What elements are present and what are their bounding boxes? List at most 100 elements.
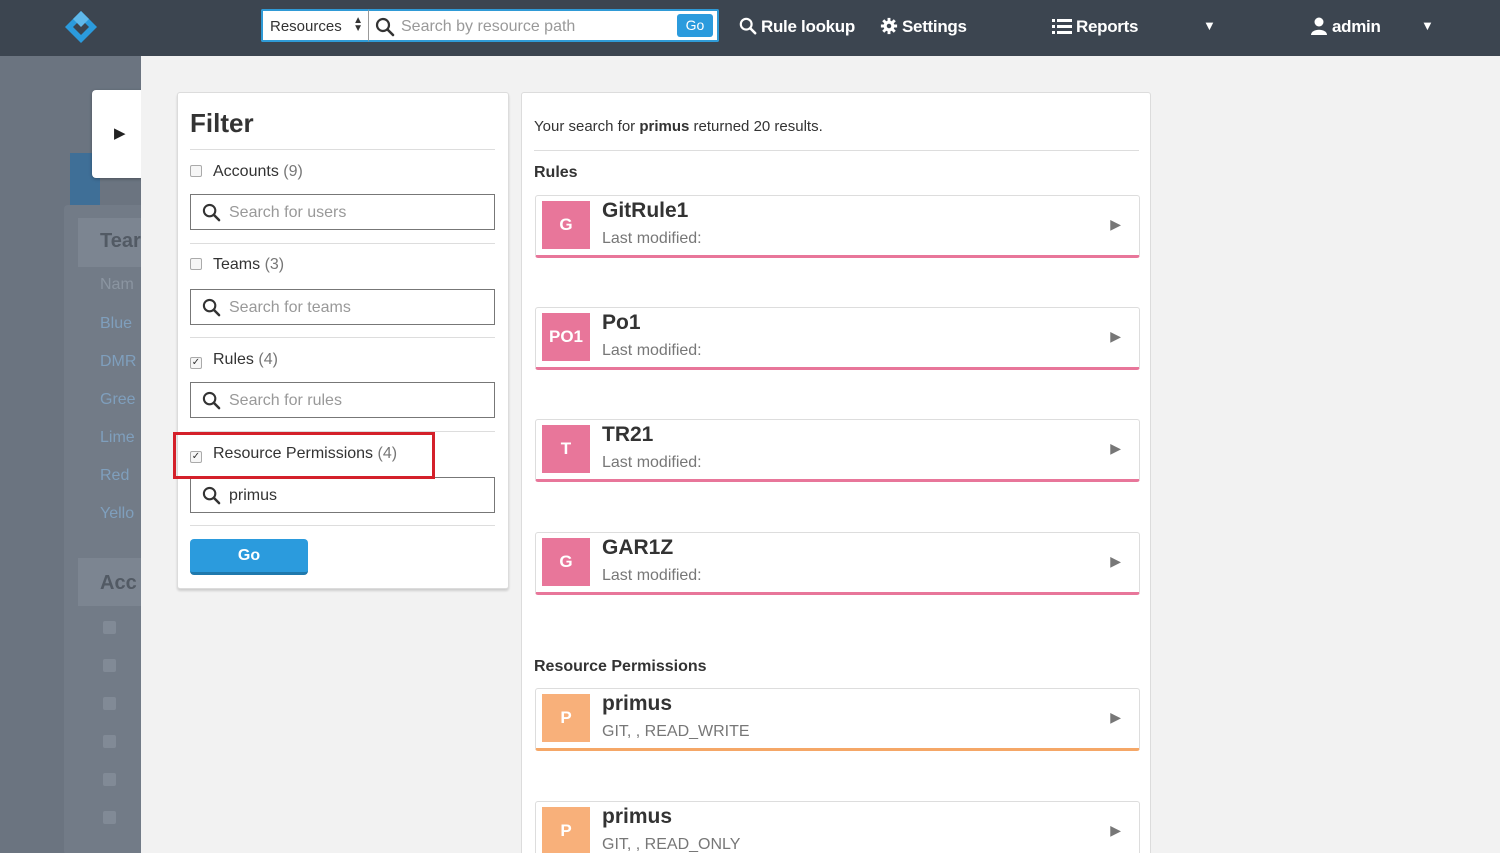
- rules-label: Rules: [213, 351, 254, 368]
- rule-subtitle: Last modified:: [602, 342, 702, 359]
- settings-link[interactable]: Settings: [880, 17, 967, 37]
- chevron-right-icon: ▶: [1110, 822, 1121, 838]
- rule-title: Po1: [602, 311, 641, 334]
- annotation-highlight-box: [173, 432, 435, 479]
- panel-toggle-button[interactable]: ▶: [92, 90, 142, 178]
- background-checkbox: [103, 697, 116, 710]
- permission-badge: P: [542, 807, 590, 853]
- teams-checkbox[interactable]: Teams (3): [190, 256, 284, 274]
- rule-lookup-link[interactable]: Rule lookup: [739, 17, 855, 37]
- search-icon: [202, 298, 221, 317]
- filter-divider: [190, 337, 495, 338]
- filter-divider: [190, 243, 495, 244]
- background-divider: [78, 266, 148, 267]
- permission-badge: P: [542, 694, 590, 742]
- search-teams-field[interactable]: Search for teams: [190, 289, 495, 325]
- search-rules-field[interactable]: Search for rules: [190, 382, 495, 418]
- filter-divider: [190, 525, 495, 526]
- settings-label: Settings: [902, 17, 967, 36]
- search-users-placeholder: Search for users: [229, 204, 347, 221]
- background-checkbox: [103, 659, 116, 672]
- search-resource-permissions-field[interactable]: primus: [190, 477, 495, 513]
- summary-query: primus: [639, 118, 690, 135]
- rule-subtitle: Last modified:: [602, 567, 702, 584]
- chevron-right-icon: ▶: [1110, 709, 1121, 725]
- user-menu[interactable]: admin: [1310, 17, 1381, 37]
- rule-badge: PO1: [542, 313, 590, 361]
- reports-label: Reports: [1076, 17, 1139, 36]
- filter-go-button[interactable]: Go: [190, 539, 308, 575]
- filter-divider: [190, 149, 495, 150]
- select-arrows-icon: ▲ ▼: [353, 15, 363, 34]
- results-divider: [534, 150, 1139, 151]
- search-go-button[interactable]: Go: [677, 14, 713, 37]
- resource-type-value: Resources: [270, 18, 342, 35]
- background-checkbox: [103, 621, 116, 634]
- permission-card[interactable]: P primus GIT, , READ_WRITE ▶: [535, 688, 1140, 751]
- rule-title: GitRule1: [602, 199, 689, 222]
- search-icon: [202, 203, 221, 222]
- search-icon: [739, 17, 757, 35]
- rule-card[interactable]: G GAR1Z Last modified: ▶: [535, 532, 1140, 595]
- rule-card[interactable]: PO1 Po1 Last modified: ▶: [535, 307, 1140, 370]
- checkbox-checked-icon[interactable]: ✓: [190, 357, 202, 369]
- rule-card[interactable]: T TR21 Last modified: ▶: [535, 419, 1140, 482]
- summary-suffix: returned 20 results.: [693, 118, 823, 135]
- app-logo[interactable]: [64, 10, 98, 44]
- rule-title: GAR1Z: [602, 536, 674, 559]
- background-team-item: Gree: [100, 391, 136, 408]
- chevron-right-icon: ▶: [1110, 216, 1121, 232]
- chevron-right-icon: ▶: [1110, 553, 1121, 569]
- user-dropdown-icon[interactable]: ▼: [1421, 18, 1434, 33]
- teams-label: Teams: [213, 256, 261, 273]
- permission-title: primus: [602, 692, 673, 715]
- resource-permissions-search-value: primus: [229, 487, 278, 504]
- resource-type-select[interactable]: Resources ▲ ▼: [261, 9, 369, 42]
- background-checkbox: [103, 735, 116, 748]
- background-team-item: Yello: [100, 505, 135, 522]
- reports-menu[interactable]: Reports: [1052, 17, 1138, 37]
- background-team-item: Blue: [100, 315, 133, 332]
- permission-subtitle: GIT, , READ_WRITE: [602, 723, 750, 740]
- top-navbar: Resources ▲ ▼ Search by resource path Go …: [0, 0, 1500, 56]
- background-team-item: Lime: [100, 429, 135, 446]
- background-team-item: Red: [100, 467, 130, 484]
- rule-badge: G: [542, 201, 590, 249]
- background-name-col: Nam: [100, 276, 134, 293]
- list-icon: [1052, 19, 1072, 34]
- rule-card[interactable]: G GitRule1 Last modified: ▶: [535, 195, 1140, 258]
- background-checkbox: [103, 811, 116, 824]
- summary-prefix: Your search for: [534, 118, 636, 135]
- permission-title: primus: [602, 805, 673, 828]
- background-checkbox: [103, 773, 116, 786]
- play-icon: ▶: [114, 125, 126, 142]
- checkbox-box[interactable]: [190, 165, 202, 177]
- chevron-right-icon: ▶: [1110, 328, 1121, 344]
- results-summary: Your search for primus returned 20 resul…: [534, 118, 823, 135]
- search-teams-placeholder: Search for teams: [229, 299, 351, 316]
- rules-section-heading: Rules: [534, 164, 578, 181]
- gear-icon: [880, 17, 898, 35]
- permission-card[interactable]: P primus GIT, , READ_ONLY ▶: [535, 801, 1140, 853]
- rule-subtitle: Last modified:: [602, 230, 702, 247]
- search-icon: [202, 486, 221, 505]
- search-input[interactable]: Search by resource path: [401, 18, 575, 36]
- rules-count: (4): [258, 351, 278, 368]
- accounts-count: (9): [283, 163, 303, 180]
- background-team-item: DMR: [100, 353, 137, 370]
- background-accounts-heading: Acc: [100, 572, 137, 594]
- search-users-field[interactable]: Search for users: [190, 194, 495, 230]
- teams-count: (3): [264, 256, 285, 273]
- filter-title: Filter: [190, 108, 254, 138]
- checkbox-box[interactable]: [190, 258, 202, 270]
- rule-badge: T: [542, 425, 590, 473]
- rule-subtitle: Last modified:: [602, 454, 702, 471]
- accounts-checkbox[interactable]: Accounts (9): [190, 163, 303, 181]
- filter-panel: Filter Accounts (9) Search for users Tea…: [177, 92, 509, 589]
- accounts-label: Accounts: [213, 163, 279, 180]
- search-rules-placeholder: Search for rules: [229, 392, 342, 409]
- rules-checkbox[interactable]: ✓ Rules (4): [190, 351, 278, 369]
- reports-dropdown-icon[interactable]: ▼: [1203, 18, 1216, 33]
- chevron-right-icon: ▶: [1110, 440, 1121, 456]
- resource-path-search[interactable]: Search by resource path Go: [368, 9, 719, 42]
